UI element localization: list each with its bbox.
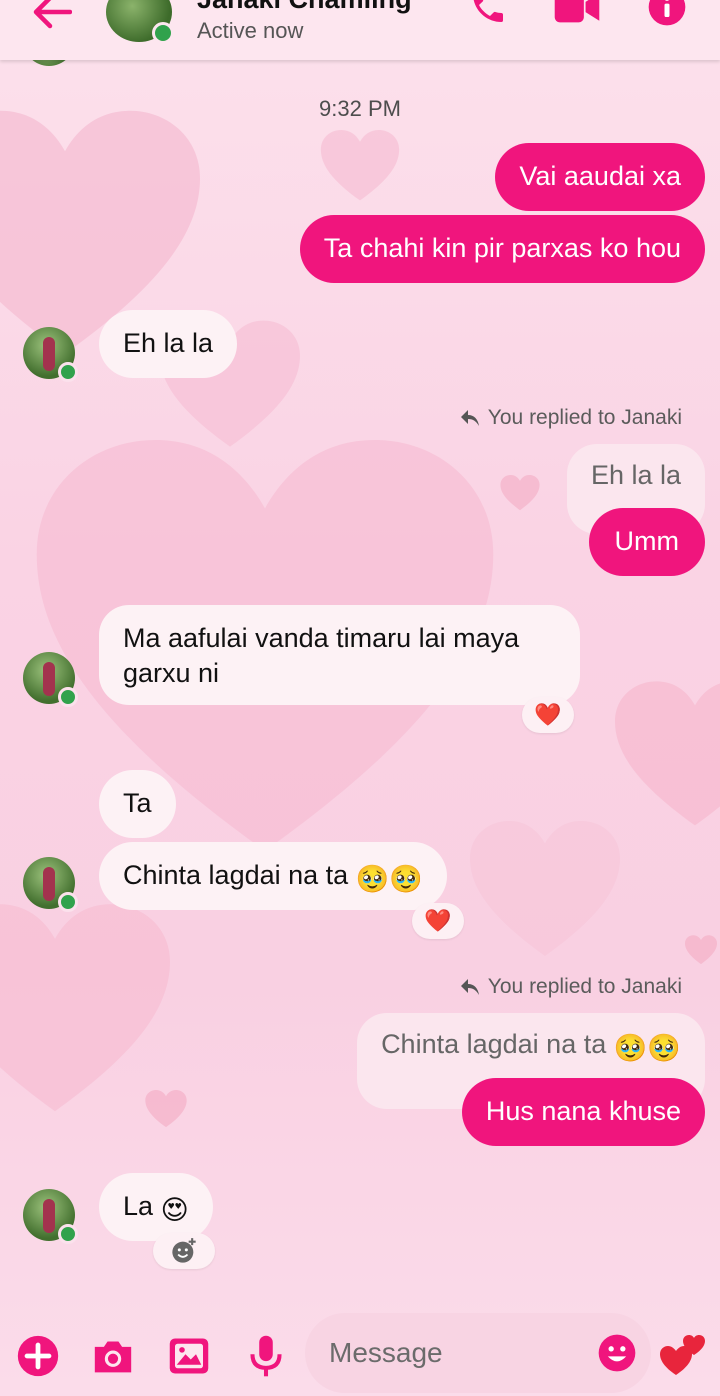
message-line: garxu ni xyxy=(123,658,220,688)
message-incoming[interactable]: Eh la la xyxy=(99,310,238,378)
camera-button[interactable] xyxy=(90,1333,136,1379)
reply-indicator: You replied to Janaki xyxy=(460,406,682,430)
reply-indicator: You replied to Janaki xyxy=(460,975,682,999)
composer-bar xyxy=(0,1300,720,1396)
reply-label: You replied to Janaki xyxy=(487,975,682,998)
heart-decoration xyxy=(145,1090,187,1128)
crying-face-emoji: 🥹🥹 xyxy=(355,864,423,894)
heart-decoration xyxy=(615,680,720,830)
message-outgoing[interactable]: Hus nana khuse xyxy=(461,1078,705,1146)
contact-avatar[interactable] xyxy=(23,857,78,912)
message-outgoing[interactable]: Ta chahi kin pir parxas ko hou xyxy=(299,215,705,283)
heart-decoration xyxy=(500,475,540,511)
message-input[interactable] xyxy=(327,1336,591,1370)
more-actions-button[interactable] xyxy=(15,1333,61,1379)
message-incoming[interactable]: Ma aafulai vanda timaru lai maya garxu n… xyxy=(99,605,580,705)
info-button[interactable] xyxy=(643,0,691,28)
contact-avatar[interactable] xyxy=(23,652,78,707)
hearts-icon xyxy=(660,1335,705,1375)
message-incoming[interactable]: Ta xyxy=(99,770,176,838)
message-outgoing[interactable]: Umm xyxy=(588,508,705,576)
online-indicator xyxy=(152,22,174,44)
heart-decoration xyxy=(0,900,170,1120)
contact-status: Active now xyxy=(197,18,304,43)
contact-avatar[interactable] xyxy=(106,0,174,44)
chat-header: Janaki Chamling Active now xyxy=(0,0,720,60)
add-reaction-icon xyxy=(172,1238,196,1263)
message-incoming[interactable]: La 😍 xyxy=(99,1173,213,1241)
quoted-text: Chinta lagdai na ta xyxy=(381,1029,607,1059)
reply-label: You replied to Janaki xyxy=(487,406,682,429)
online-indicator xyxy=(58,687,78,707)
reply-arrow-icon xyxy=(460,979,479,995)
gallery-button[interactable] xyxy=(166,1333,212,1379)
call-button[interactable] xyxy=(464,0,512,28)
add-reaction-button[interactable] xyxy=(153,1233,215,1269)
heart-eyes-emoji: 😍 xyxy=(160,1195,189,1225)
message-incoming[interactable]: Chinta lagdai na ta 🥹🥹 xyxy=(99,842,447,910)
back-arrow-icon xyxy=(33,0,72,29)
back-button[interactable] xyxy=(30,0,74,32)
video-call-button[interactable] xyxy=(553,0,601,28)
message-text: Chinta lagdai na ta xyxy=(123,860,349,890)
reaction-badge[interactable]: ❤️ xyxy=(522,697,574,733)
info-icon xyxy=(648,0,686,26)
message-outgoing[interactable]: Vai aaudai xa xyxy=(495,143,705,211)
contact-avatar[interactable] xyxy=(23,1189,78,1244)
message-text: La xyxy=(123,1191,154,1221)
camera-icon xyxy=(94,1341,132,1373)
phone-icon xyxy=(473,0,503,22)
video-icon xyxy=(554,0,600,23)
message-input-container xyxy=(305,1313,651,1393)
heart-decoration xyxy=(685,935,717,965)
contact-avatar[interactable] xyxy=(23,327,78,382)
plus-icon xyxy=(17,1335,59,1377)
mic-icon xyxy=(250,1335,282,1377)
reaction-badge[interactable]: ❤️ xyxy=(412,903,464,939)
quick-reaction-button[interactable] xyxy=(658,1328,708,1380)
heart-decoration xyxy=(470,820,620,960)
emoji-icon xyxy=(598,1334,636,1372)
timestamp: 9:32 PM xyxy=(319,96,401,121)
online-indicator xyxy=(58,362,78,382)
message-line: Ma aafulai vanda timaru lai maya xyxy=(123,623,520,653)
contact-name[interactable]: Janaki Chamling xyxy=(197,0,412,15)
emoji-button[interactable] xyxy=(597,1333,637,1373)
reply-arrow-icon xyxy=(460,410,479,426)
heart-decoration xyxy=(320,130,400,202)
voice-message-button[interactable] xyxy=(243,1333,289,1379)
online-indicator xyxy=(58,1224,78,1244)
gallery-icon xyxy=(169,1338,209,1374)
online-indicator xyxy=(58,892,78,912)
crying-face-emoji: 🥹🥹 xyxy=(613,1033,681,1063)
